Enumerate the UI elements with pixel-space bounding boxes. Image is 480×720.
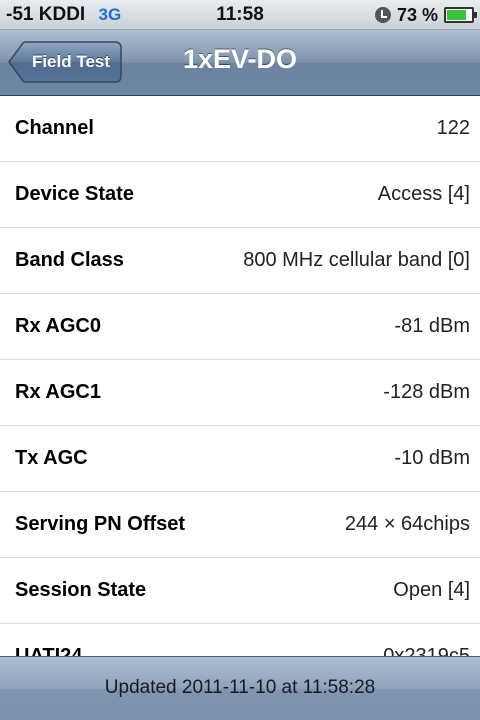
row-label: Rx AGC1 [15,381,101,403]
table-row: Rx AGC1 -128 dBm [0,360,480,426]
row-value: 0x2319c5 [383,645,470,656]
row-value: Access [4] [377,183,470,205]
back-button[interactable]: Field Test [8,41,122,83]
row-value: 122 [436,117,470,139]
row-label: Tx AGC [15,447,88,469]
bottom-toolbar: Updated 2011-11-10 at 11:58:28 [0,656,480,720]
row-value: Open [4] [393,579,470,601]
battery-percent: 73 % [396,4,438,25]
page-title: 1xEV-DO [182,44,298,74]
table-row: Device State Access [4] [0,162,480,228]
battery-level-fill [447,10,466,20]
updated-timestamp: Updated 2011-11-10 at 11:58:28 [104,677,376,698]
row-value: 800 MHz cellular band [0] [243,249,470,271]
back-button-label: Field Test [31,52,111,71]
row-label: Band Class [15,249,124,271]
navigation-bar: Field Test 1xEV-DO [0,30,480,96]
battery-icon [444,7,477,23]
field-test-table[interactable]: Channel 122 Device State Access [4] Band Cla… [0,96,480,656]
row-label: Session State [15,579,147,601]
table-row: Session State Open [4] [0,558,480,624]
row-value: 244 × 64chips [344,513,470,535]
row-value: -81 dBm [394,315,470,337]
row-label: Device State [15,183,134,205]
table-row: UATI24 0x2319c5 [0,624,480,656]
orientation-lock-icon [374,7,391,23]
row-label: Channel [15,117,94,139]
row-label: Rx AGC0 [15,315,101,337]
table-row: Channel 122 [0,96,480,162]
status-right: 73 % [374,4,477,26]
row-label: Serving PN Offset [15,513,186,535]
table-row: Band Class 800 MHz cellular band [0] [0,228,480,294]
status-bar: -51 KDDI 3G 11:58 73 % [0,0,480,30]
table-row: Tx AGC -10 dBm [0,426,480,492]
table-row: Rx AGC0 -81 dBm [0,294,480,360]
table-row: Serving PN Offset 244 × 64chips [0,492,480,558]
row-value: -10 dBm [394,447,470,469]
row-value: -128 dBm [383,381,470,403]
row-label: UATI24 [15,645,83,656]
